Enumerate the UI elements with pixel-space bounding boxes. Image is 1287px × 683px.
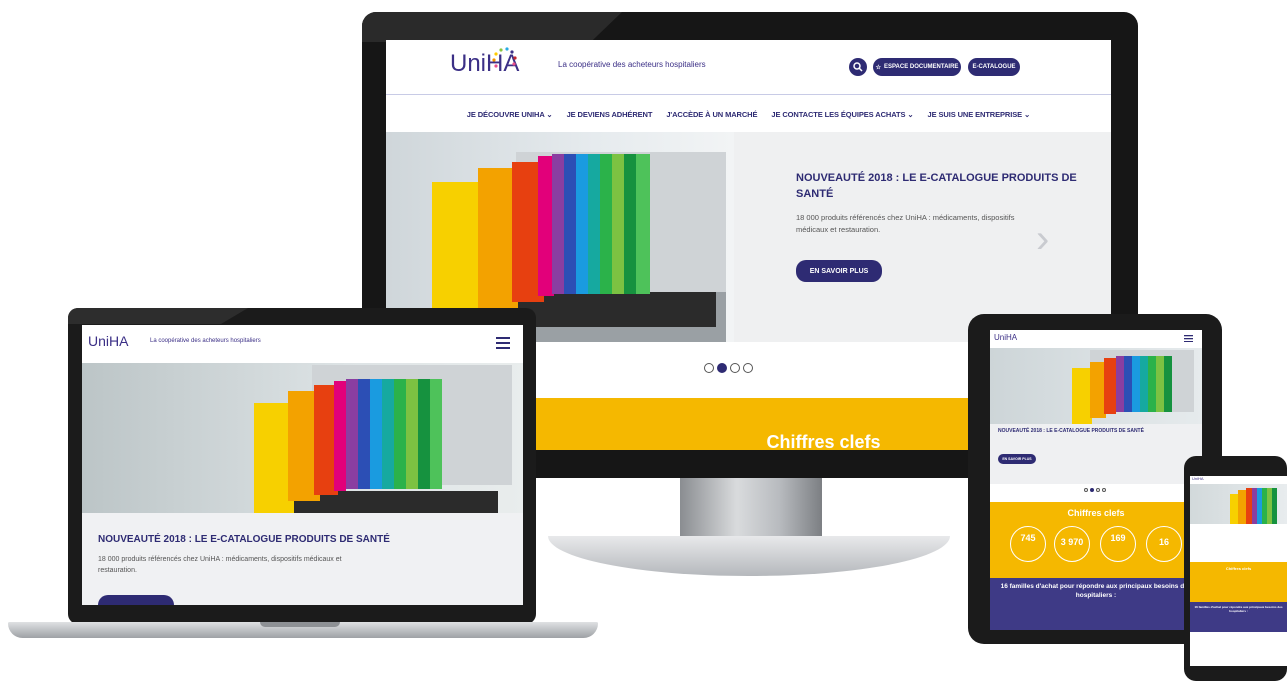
search-button[interactable] xyxy=(849,58,867,76)
laptop-en-savoir-plus-button[interactable] xyxy=(98,595,174,605)
phone-hero-image xyxy=(1190,484,1287,524)
user-icon: ☆ xyxy=(875,64,881,71)
hero-title: NOUVEAUTÉ 2018 : LE E-CATALOGUE PRODUITS… xyxy=(796,172,1077,200)
laptop-gloss xyxy=(68,308,248,324)
stat-circle: 169 xyxy=(1100,526,1136,562)
tablet-families-section: 16 familles d'achat pour répondre aux pr… xyxy=(990,578,1202,630)
tablet-screen: UniHA NOUVEAUTÉ 2018 : LE E-CATALOGUE PR… xyxy=(990,330,1202,630)
carousel-dot[interactable] xyxy=(717,363,727,373)
hamburger-menu-icon[interactable] xyxy=(496,337,510,349)
tablet-carousel-dots xyxy=(1084,488,1106,492)
stat-circle: 16 xyxy=(1146,526,1182,562)
en-savoir-plus-button[interactable]: EN SAVOIR PLUS xyxy=(796,260,882,282)
tablet-en-savoir-plus-button[interactable]: EN SAVOIR PLUS xyxy=(998,454,1036,464)
carousel-dot[interactable] xyxy=(704,363,714,373)
carousel-dot[interactable] xyxy=(1090,488,1094,492)
nav-item-equipes[interactable]: JE CONTACTE LES ÉQUIPES ACHATS ⌄ xyxy=(771,110,913,119)
stat-circle: 745 xyxy=(1010,526,1046,562)
carousel-dot[interactable] xyxy=(1102,488,1106,492)
hamburger-menu-icon[interactable] xyxy=(1184,335,1193,342)
laptop-hero-text: NOUVEAUTÉ 2018 : LE E-CATALOGUE PRODUITS… xyxy=(82,513,523,605)
stat-circle: 3 970 xyxy=(1054,526,1090,562)
nav-item-marche[interactable]: J'ACCÈDE À UN MARCHÉ xyxy=(666,110,757,119)
logo-dots-icon xyxy=(492,47,517,68)
laptop-hero-image xyxy=(82,363,523,513)
espace-label: ESPACE DOCUMENTAIRE xyxy=(883,64,959,70)
tablet-logo[interactable]: UniHA xyxy=(994,333,1017,342)
nav-item-entreprise[interactable]: JE SUIS UNE ENTREPRISE ⌄ xyxy=(928,110,1031,119)
hero-description: 18 000 produits référencés chez UniHA : … xyxy=(796,213,1015,234)
laptop-hero-description: 18 000 produits référencés chez UniHA : … xyxy=(98,556,342,574)
tablet-folders-illustration xyxy=(1072,350,1194,424)
phone-folders-illustration xyxy=(1230,488,1277,524)
tablet-hero-title: NOUVEAUTÉ 2018 : LE E-CATALOGUE PRODUITS… xyxy=(998,428,1144,434)
laptop-tagline: La coopérative des acheteurs hospitalier… xyxy=(150,338,261,344)
monitor-stand-neck xyxy=(680,478,822,536)
laptop-header: UniHA La coopérative des acheteurs hospi… xyxy=(82,325,523,363)
laptop-folders-illustration xyxy=(254,365,512,513)
ecatalogue-label: E-CATALOGUE xyxy=(972,64,1016,70)
phone-logo[interactable]: UniHA xyxy=(1192,476,1204,481)
phone-families-section: 16 familles d'achat pour répondre aux pr… xyxy=(1190,602,1287,632)
carousel-dot[interactable] xyxy=(743,363,753,373)
laptop-logo[interactable]: UniHA xyxy=(88,333,128,349)
desktop-tagline: La coopérative des acheteurs hospitalier… xyxy=(558,60,706,69)
phone-key-figures: Chiffres clefs xyxy=(1190,562,1287,602)
tablet-section-title: Chiffres clefs xyxy=(1067,508,1125,518)
search-icon xyxy=(853,62,863,72)
desktop-nav: JE DÉCOUVRE UNIHA ⌄ JE DEVIENS ADHÉRENT … xyxy=(386,94,1111,133)
monitor-gloss xyxy=(362,12,622,42)
tablet-key-figures: Chiffres clefs 745 3 970 169 16 xyxy=(990,502,1202,578)
desktop-logo[interactable]: UniHA xyxy=(450,47,519,78)
e-catalogue-button[interactable]: E-CATALOGUE xyxy=(968,58,1020,76)
laptop-screen: UniHA La coopérative des acheteurs hospi… xyxy=(82,325,523,605)
nav-item-adherent[interactable]: JE DEVIENS ADHÉRENT xyxy=(567,110,653,119)
phone-section-title: Chiffres clefs xyxy=(1225,566,1252,571)
carousel-dot[interactable] xyxy=(1096,488,1100,492)
phone-screen: UniHA Chiffres clefs 16 familles d'achat… xyxy=(1190,476,1287,666)
nav-item-decouvre[interactable]: JE DÉCOUVRE UNIHA ⌄ xyxy=(467,110,553,119)
laptop-hero-title: NOUVEAUTÉ 2018 : LE E-CATALOGUE PRODUITS… xyxy=(98,534,390,545)
tablet-hero-text: NOUVEAUTÉ 2018 : LE E-CATALOGUE PRODUITS… xyxy=(990,424,1202,484)
tablet-hero-image xyxy=(990,348,1202,424)
laptop-notch xyxy=(260,622,340,627)
carousel-dots xyxy=(704,363,753,373)
espace-documentaire-button[interactable]: ☆ ESPACE DOCUMENTAIRE xyxy=(873,58,961,76)
carousel-dot[interactable] xyxy=(730,363,740,373)
desktop-header: UniHA La coopérative des acheteurs hospi… xyxy=(386,40,1111,94)
chevron-right-icon[interactable]: › xyxy=(1036,217,1049,262)
tablet-families-title: 16 familles d'achat pour répondre aux pr… xyxy=(1000,583,1192,599)
phone-families-title: 16 familles d'achat pour répondre aux pr… xyxy=(1194,605,1283,613)
monitor-stand-base xyxy=(548,536,950,576)
carousel-dot[interactable] xyxy=(1084,488,1088,492)
